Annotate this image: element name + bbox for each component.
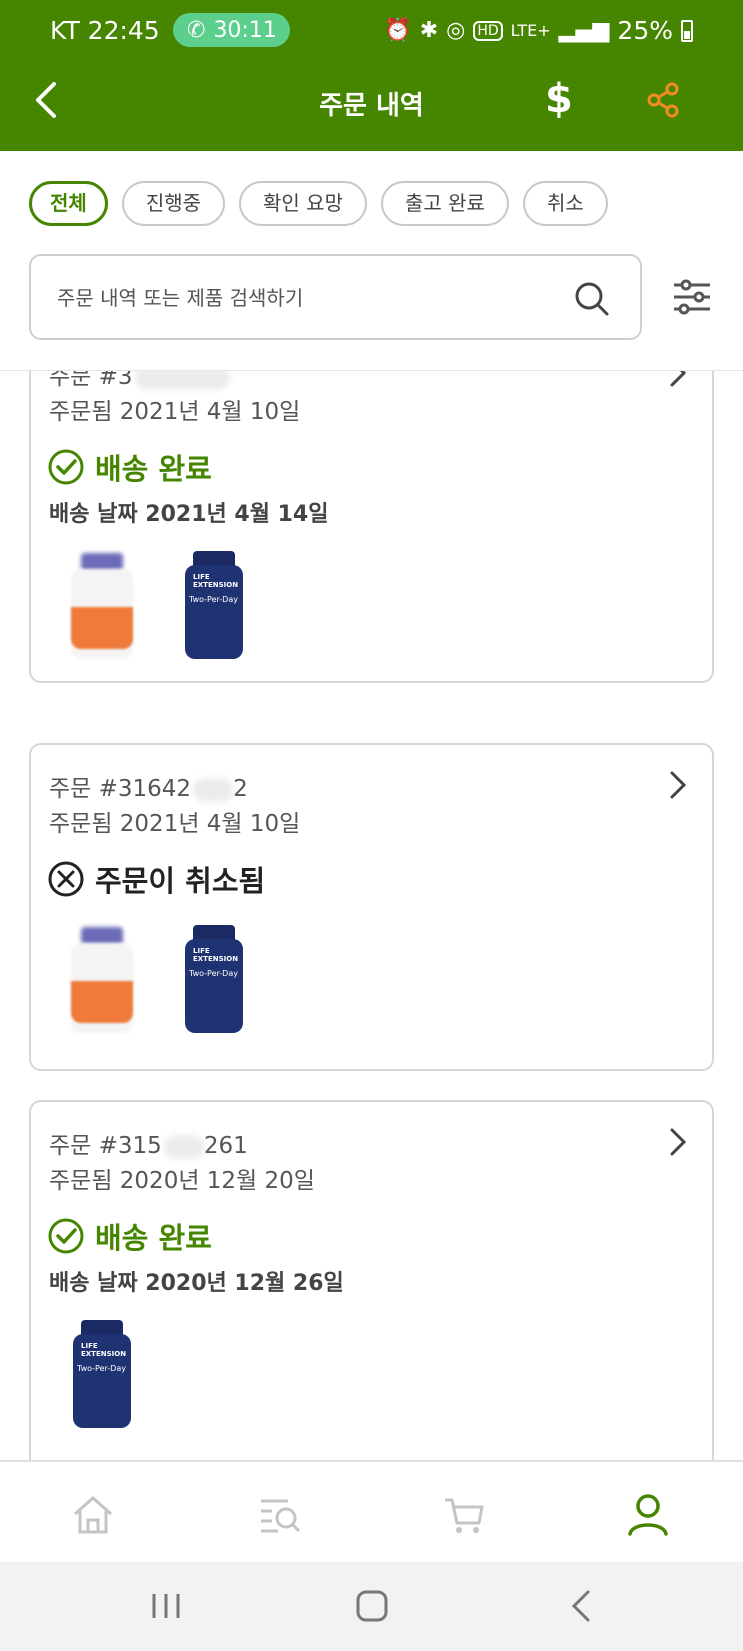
redacted-text [134, 371, 230, 390]
product-thumbnail[interactable]: LIFE EXTENSION Two-Per-Day [179, 925, 249, 1037]
status-label: 배송 완료 [95, 452, 212, 486]
account-icon[interactable] [626, 1492, 670, 1536]
bottom-nav [0, 1460, 743, 1560]
search-box [29, 254, 642, 340]
order-number: 주문 #31642 2 [49, 776, 248, 802]
cancel-status: 주문이 취소됨 [47, 858, 265, 900]
order-date: 주문됨 2020년 12월 20일 [49, 1168, 315, 1194]
alarm-icon: ⏰ [384, 18, 412, 43]
status-label: 배송 완료 [95, 1221, 212, 1255]
chip-all[interactable]: 전체 [29, 181, 108, 226]
product-brand: LIFE EXTENSION [193, 947, 239, 963]
order-number: 주문 #315 261 [49, 1133, 248, 1159]
check-circle-icon [48, 1218, 84, 1254]
product-thumbnail[interactable]: LIFE EXTENSION Two-Per-Day [179, 551, 249, 663]
share-icon[interactable] [645, 82, 681, 118]
product-thumbnail[interactable] [67, 925, 137, 1037]
close-circle-icon [48, 861, 84, 897]
catalog-search-icon[interactable] [258, 1492, 302, 1536]
product-image [71, 925, 133, 1033]
product-image [71, 551, 133, 659]
product-thumbnail[interactable] [67, 551, 137, 663]
product-image: LIFE EXTENSION Two-Per-Day [73, 1320, 131, 1428]
check-circle-icon [48, 449, 84, 485]
product-name: Two-Per-Day [77, 1364, 126, 1373]
currency-button[interactable]: $ [545, 76, 573, 122]
chip-needs-review[interactable]: 확인 요망 [239, 181, 367, 226]
bluetooth-icon: ✱ [419, 18, 439, 43]
search-icon[interactable] [574, 281, 610, 317]
page-title: 주문 내역 [319, 91, 424, 121]
order-date: 주문됨 2021년 4월 10일 [49, 811, 301, 837]
status-label: 주문이 취소됨 [95, 864, 266, 898]
product-image: LIFE EXTENSION Two-Per-Day [185, 925, 243, 1033]
redacted-text [193, 777, 234, 802]
network-label: LTE+ [510, 21, 551, 40]
chevron-right-icon[interactable] [668, 1126, 688, 1158]
product-image: LIFE EXTENSION Two-Per-Day [185, 551, 243, 659]
status-icons: ⏰ ✱ ◎ HD LTE+ ▂▄▆ 25% [384, 16, 693, 45]
back-button-icon[interactable] [562, 1588, 602, 1624]
chip-shipped[interactable]: 출고 완료 [380, 181, 509, 226]
chip-cancelled[interactable]: 취소 [522, 181, 608, 226]
system-nav-bar [0, 1562, 743, 1651]
search-input[interactable] [57, 280, 537, 316]
recent-apps-icon[interactable] [146, 1588, 186, 1624]
battery-percent: 25% [617, 16, 673, 45]
battery-icon [681, 19, 693, 42]
order-card[interactable]: 주문 #3 주문됨 2021년 4월 10일 배송 완료 배송 날짜 2021년… [29, 371, 714, 683]
product-brand: LIFE EXTENSION [193, 573, 239, 589]
hd-icon: HD [473, 20, 503, 41]
product-name: Two-Per-Day [189, 969, 238, 978]
order-card[interactable]: 주문 #315 261 주문됨 2020년 12월 20일 배송 완료 배송 날짜… [29, 1100, 714, 1460]
order-list: 주문 #3 주문됨 2021년 4월 10일 배송 완료 배송 날짜 2021년… [29, 371, 714, 1460]
call-pill[interactable]: ✆ 30:11 [173, 13, 290, 47]
phone-icon: ✆ [187, 17, 206, 43]
call-timer: 30:11 [213, 17, 277, 43]
chip-in-progress[interactable]: 진행중 [121, 181, 226, 226]
signal-icon: ▂▄▆ [558, 18, 610, 43]
delivery-status: 배송 완료 [47, 446, 212, 488]
ship-date: 배송 날짜 2021년 4월 14일 [49, 502, 329, 527]
home-icon[interactable] [71, 1492, 115, 1536]
order-card[interactable]: 주문 #31642 2 주문됨 2021년 4월 10일 주문이 취소됨 LIFE… [29, 743, 714, 1071]
cart-icon[interactable] [442, 1492, 486, 1536]
delivery-status: 배송 완료 [47, 1215, 212, 1257]
order-number: 주문 #3 [49, 371, 230, 391]
filter-chips: 전체 진행중 확인 요망 출고 완료 취소 [29, 181, 608, 226]
product-brand: LIFE EXTENSION [81, 1342, 127, 1358]
chevron-right-icon[interactable] [668, 769, 688, 801]
product-name: Two-Per-Day [189, 595, 238, 604]
status-bar: KT 22:45 ✆ 30:11 ⏰ ✱ ◎ HD LTE+ ▂▄▆ 25% [0, 0, 743, 60]
order-date: 주문됨 2021년 4월 10일 [49, 399, 301, 425]
chevron-right-icon[interactable] [668, 371, 688, 389]
product-thumbnail[interactable]: LIFE EXTENSION Two-Per-Day [67, 1320, 137, 1432]
home-button-icon[interactable] [352, 1588, 392, 1624]
hotspot-icon: ◎ [446, 18, 466, 43]
redacted-text [163, 1134, 204, 1159]
ship-date: 배송 날짜 2020년 12월 26일 [49, 1271, 344, 1296]
carrier-time: KT 22:45 [50, 16, 160, 45]
filter-settings-icon[interactable] [672, 278, 712, 316]
top-bar: KT 22:45 ✆ 30:11 ⏰ ✱ ◎ HD LTE+ ▂▄▆ 25% 주… [0, 0, 743, 151]
